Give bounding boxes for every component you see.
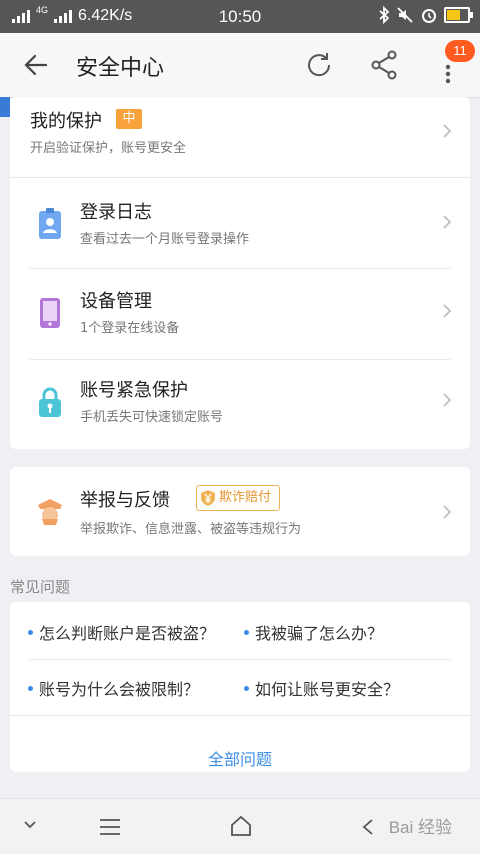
faq-item[interactable]: 怎么判断账户是否被盗？ (28, 620, 215, 644)
my-protection-row[interactable]: 我的保护 中 开启验证保护，账号更安全 (10, 97, 470, 177)
alarm-icon (422, 9, 436, 23)
status-right (378, 6, 473, 24)
faq-item[interactable]: 账号为什么会被限制？ (28, 676, 199, 700)
faq-question: 我被骗了怎么办？ (255, 624, 384, 643)
login-log-subtitle: 查看过去一个月账号登录操作 (80, 232, 250, 247)
faq-item[interactable]: 我被骗了怎么办？ (244, 620, 383, 644)
device-manage-subtitle: 1个登录在线设备 (80, 321, 180, 336)
shield-yen-icon (201, 490, 215, 506)
bullet-dot (28, 686, 33, 691)
bluetooth-icon (379, 6, 390, 24)
refresh-icon[interactable] (304, 50, 334, 80)
menu-icon[interactable] (98, 817, 122, 837)
emergency-protect-title: 账号紧急保护 (80, 380, 188, 401)
lock-icon (39, 387, 61, 417)
mute-icon (397, 7, 413, 23)
status-bar: 4G 6.42K/s 10:50 (0, 0, 480, 33)
badge-icon (39, 208, 61, 239)
chevron-right-icon (443, 304, 452, 318)
fraud-compensation-tag: 欺诈赔付 (196, 485, 281, 511)
police-icon (38, 499, 62, 525)
chevron-right-icon (443, 505, 452, 519)
my-protection-subtitle: 开启验证保护，账号更安全 (30, 141, 187, 156)
faq-question: 账号为什么会被限制？ (39, 680, 200, 699)
faq-item[interactable]: 如何让账号更安全？ (244, 676, 399, 700)
fraud-compensation-label: 欺诈赔付 (219, 490, 272, 505)
my-protection-title: 我的保护 (30, 111, 102, 132)
tablet-icon (40, 298, 60, 328)
bullet-dot (28, 630, 33, 635)
divider (10, 715, 470, 716)
baidu-watermark: Bai 经验 (388, 818, 452, 837)
emergency-protect-row[interactable]: 账号紧急保护 手机丢失可快速锁定账号 (10, 360, 470, 449)
share-icon[interactable] (370, 50, 398, 80)
emergency-protect-subtitle: 手机丢失可快速锁定账号 (80, 410, 224, 425)
report-title: 举报与反馈 (80, 490, 170, 511)
faq-heading: 常见问题 (10, 578, 71, 596)
protection-card: 我的保护 中 开启验证保护，账号更安全 登录日志 查看过去一个月账号登录操作 设… (10, 97, 470, 449)
report-subtitle: 举报欺诈、信息泄露、被盗等违规行为 (80, 522, 302, 537)
chevron-down-icon[interactable] (22, 819, 38, 831)
faq-card: 怎么判断账户是否被盗？ 我被骗了怎么办？ 账号为什么会被限制？ 如何让账号更安全… (10, 602, 470, 772)
page-title: 安全中心 (76, 56, 165, 81)
chevron-right-icon (443, 124, 452, 138)
login-log-title: 登录日志 (80, 202, 152, 223)
back-icon[interactable] (360, 817, 378, 837)
faq-question: 如何让账号更安全？ (255, 680, 400, 699)
battery-icon (444, 7, 473, 23)
bullet-dot (244, 630, 249, 635)
back-arrow-icon[interactable] (22, 51, 50, 79)
home-icon[interactable] (229, 814, 253, 838)
chevron-right-icon (443, 215, 452, 229)
divider (30, 659, 450, 660)
report-card[interactable]: 举报与反馈 欺诈赔付 举报欺诈、信息泄露、被盗等违规行为 (10, 467, 470, 556)
scroll-indicator (0, 97, 10, 117)
app-bar: 安全中心 (0, 33, 480, 98)
bullet-dot (244, 686, 249, 691)
device-manage-row[interactable]: 设备管理 1个登录在线设备 (10, 269, 470, 359)
all-questions-link[interactable]: 全部问题 (10, 746, 470, 770)
login-log-row[interactable]: 登录日志 查看过去一个月账号登录操作 (10, 178, 470, 268)
device-manage-title: 设备管理 (80, 291, 152, 312)
faq-question: 怎么判断账户是否被盗？ (39, 624, 216, 643)
notification-badge: 11 (445, 40, 475, 62)
chevron-right-icon (443, 393, 452, 407)
protection-level-badge: 中 (116, 109, 142, 129)
